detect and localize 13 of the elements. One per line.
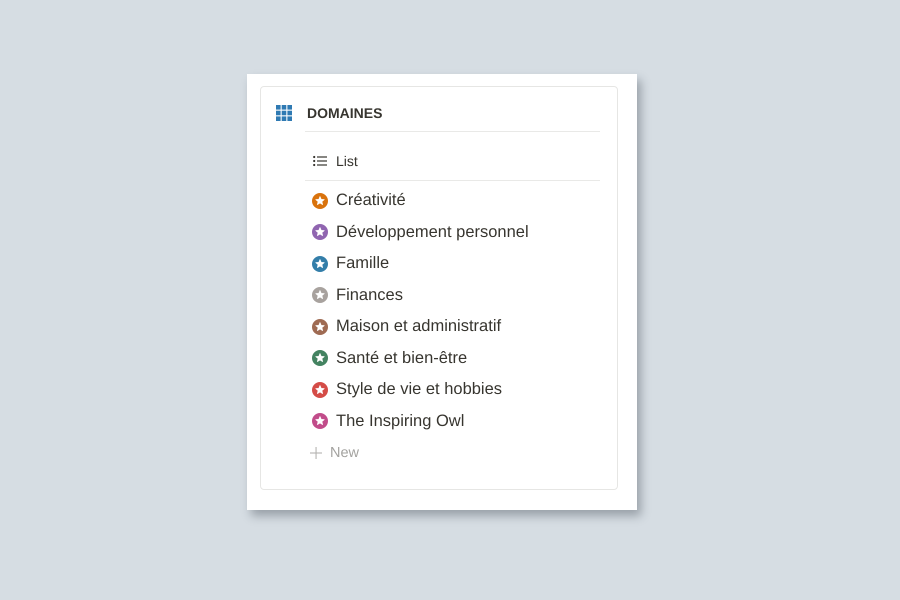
database-title: DOMAINES [307,105,382,121]
list-item[interactable]: Style de vie et hobbies [305,374,600,406]
list-icon [313,155,327,167]
list-item[interactable]: Créativité [305,185,600,216]
list-item[interactable]: The Inspiring Owl [305,406,600,437]
list-item[interactable]: Santé et bien-être [305,342,600,374]
view-tab[interactable]: List [305,146,362,176]
list-item[interactable]: Finances [305,280,600,311]
list-item[interactable]: Développement personnel [305,216,600,248]
plus-icon [310,446,322,459]
grid-icon [276,105,292,121]
list-item[interactable]: Famille [305,248,600,280]
list-item[interactable]: Maison et administratif [305,311,600,342]
